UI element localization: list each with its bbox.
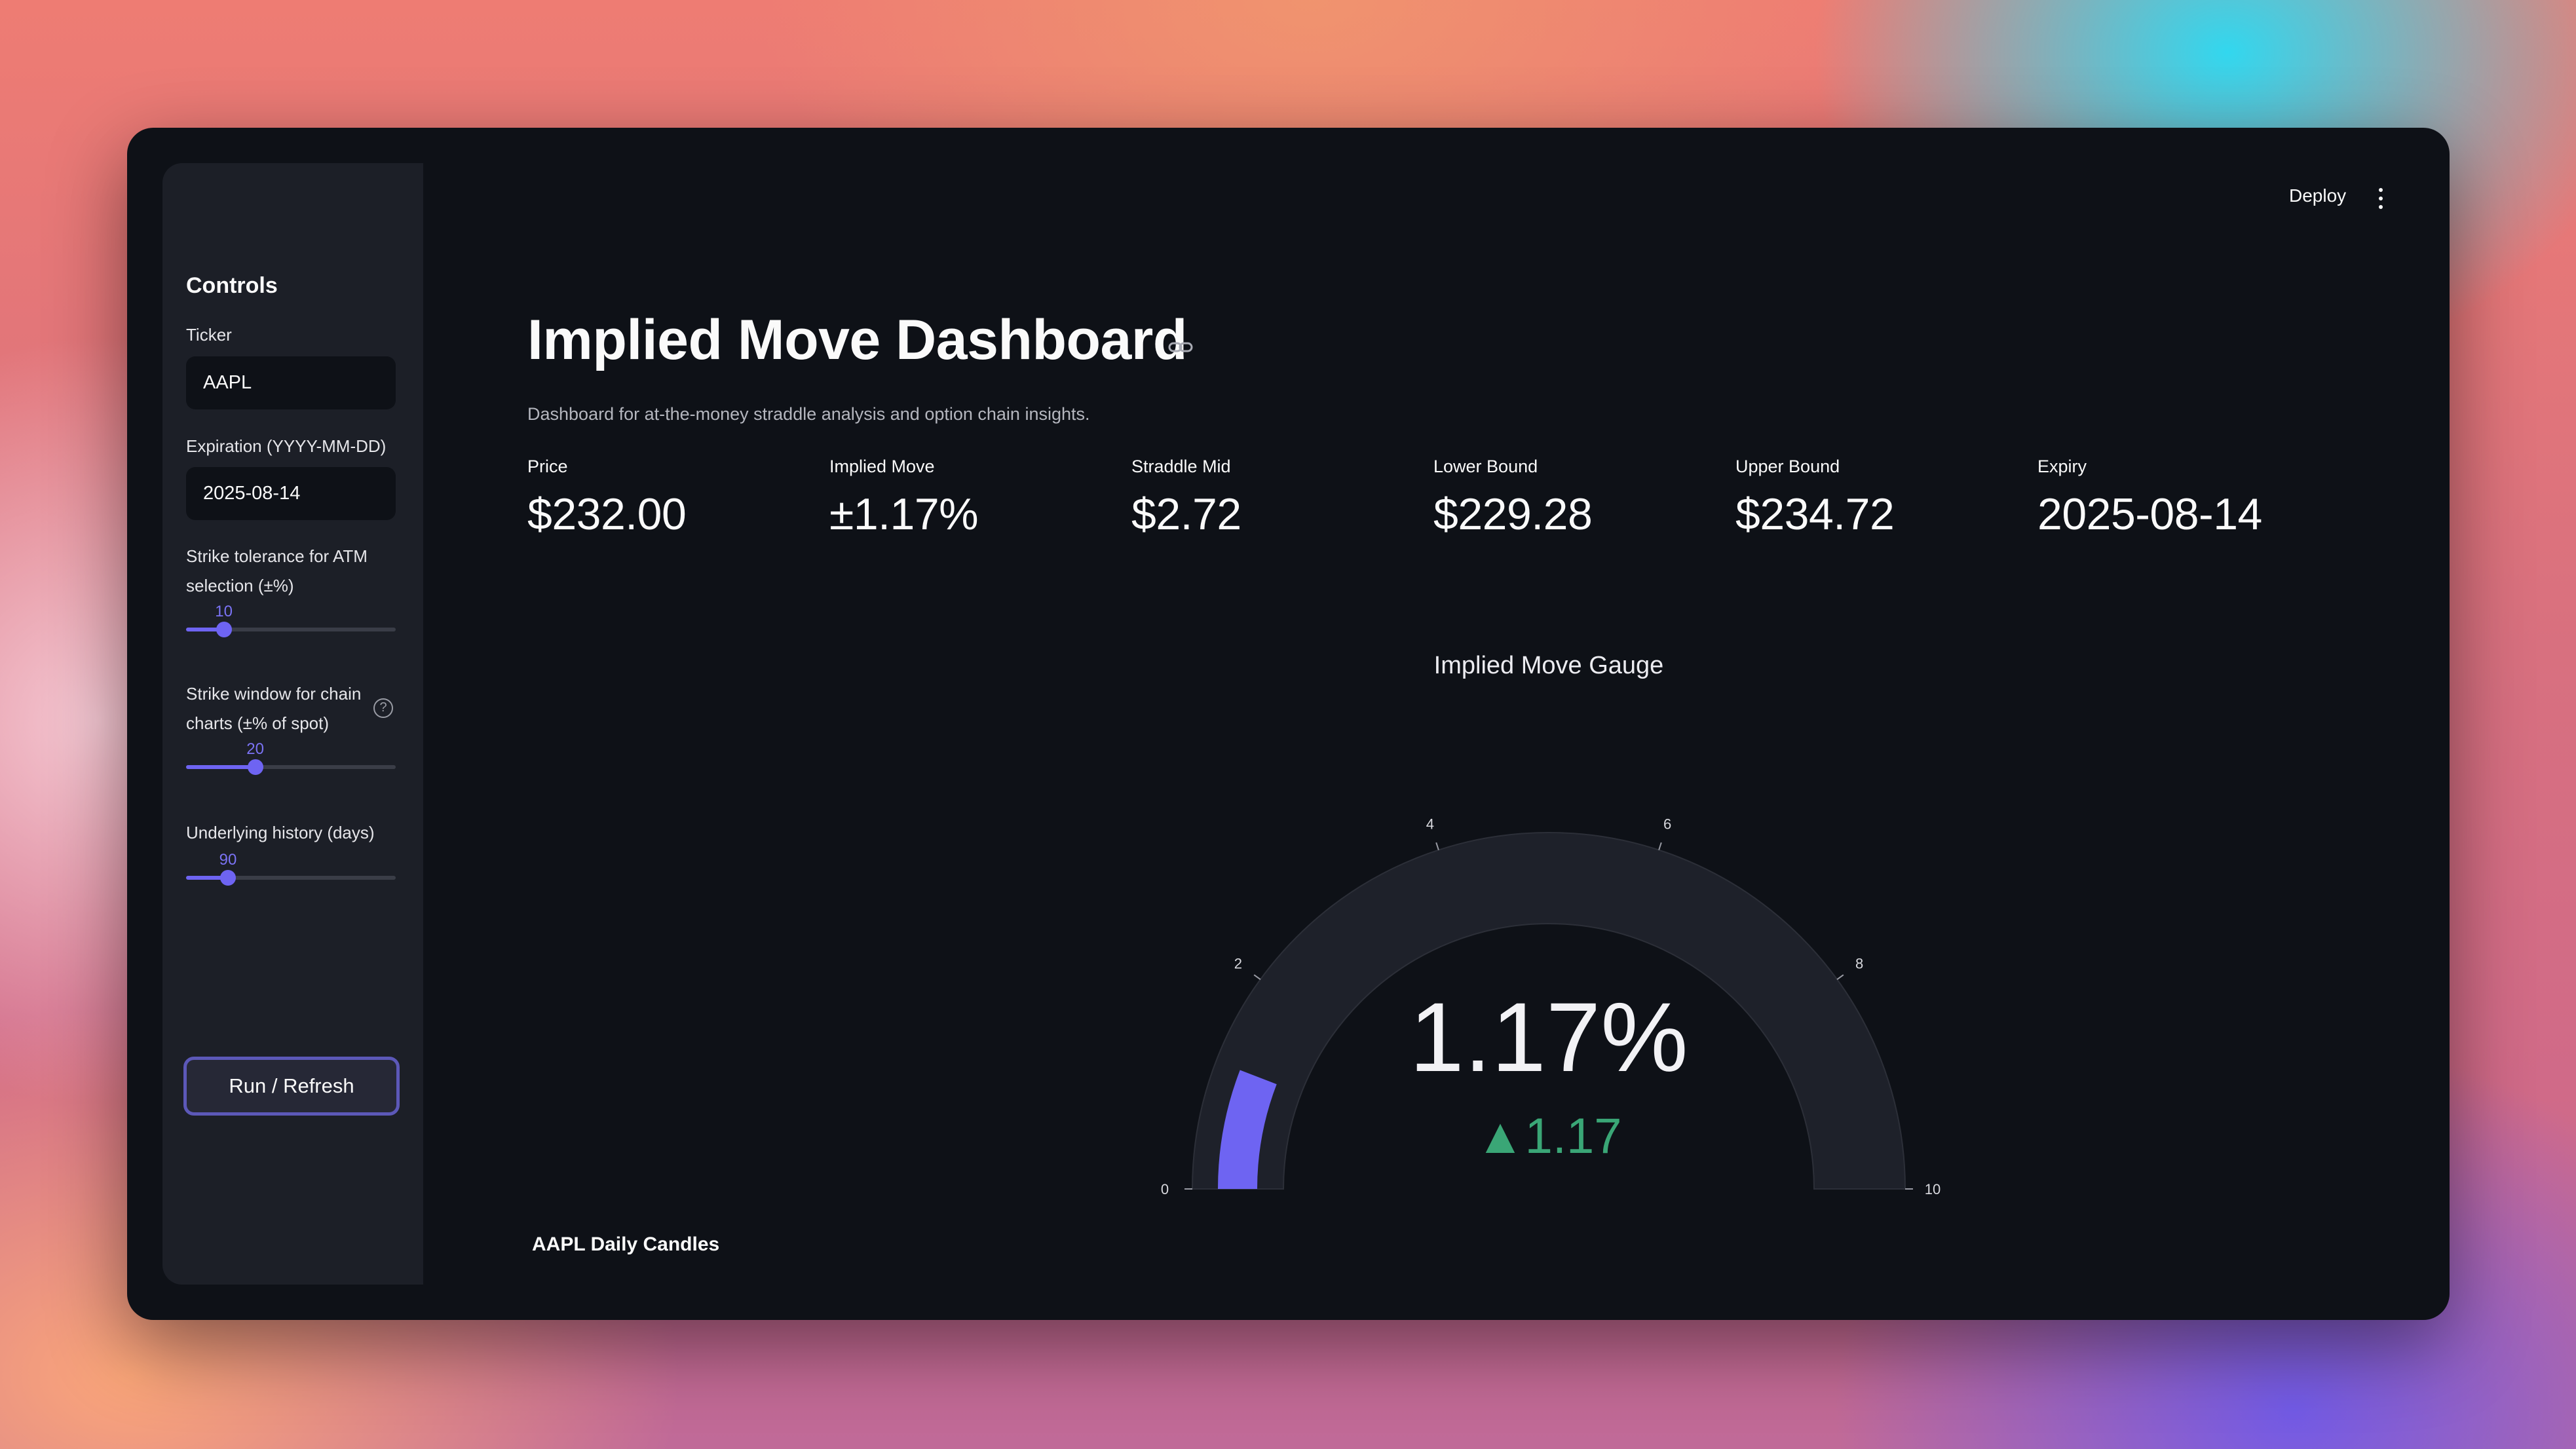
gauge-tick-mark xyxy=(1253,974,1261,981)
metric-lower-bound: Lower Bound $229.28 xyxy=(1433,457,1593,540)
metric-label: Price xyxy=(527,457,568,476)
ticker-input[interactable]: AAPL xyxy=(186,356,396,409)
metric-label: Lower Bound xyxy=(1433,457,1538,476)
app-window: Controls Ticker AAPL Expiration (YYYY-MM… xyxy=(127,128,2450,1320)
strike-tolerance-slider[interactable]: 10 xyxy=(186,603,396,642)
gauge-tick-label: 4 xyxy=(1426,816,1434,833)
sidebar: Controls Ticker AAPL Expiration (YYYY-MM… xyxy=(162,163,423,1285)
slider-thumb[interactable] xyxy=(216,622,232,637)
slider-fill xyxy=(186,765,256,769)
metric-label: Straddle Mid xyxy=(1131,457,1231,476)
page-title: Implied Move Dashboard xyxy=(527,309,1187,371)
ticker-label: Ticker xyxy=(186,325,232,345)
link-icon[interactable] xyxy=(1167,337,1194,357)
slider-value: 90 xyxy=(219,851,237,869)
gauge-tick-mark xyxy=(1836,974,1844,981)
metric-value: $2.72 xyxy=(1131,489,1241,539)
strike-window-slider[interactable]: 20 xyxy=(186,740,396,780)
strike-window-label-line2: charts (±% of spot) xyxy=(186,713,330,733)
metric-value: 2025-08-14 xyxy=(2037,489,2262,539)
slider-value: 20 xyxy=(246,740,264,758)
metric-straddle-mid: Straddle Mid $2.72 xyxy=(1131,457,1241,540)
gauge-tick-label: 2 xyxy=(1234,956,1242,972)
page-subtitle: Dashboard for at-the-money straddle anal… xyxy=(527,404,1090,424)
candles-section-title: AAPL Daily Candles xyxy=(532,1233,720,1255)
gauge-delta-text: ▲1.17 xyxy=(1475,1108,1621,1164)
history-slider[interactable]: 90 xyxy=(186,851,396,890)
metric-label: Expiry xyxy=(2037,457,2087,476)
gauge-tick-label: 8 xyxy=(1855,956,1863,972)
metric-expiry: Expiry 2025-08-14 xyxy=(2037,457,2262,540)
gauge-tick-label: 10 xyxy=(1925,1181,1941,1197)
gauge-value-text: 1.17% xyxy=(1409,982,1688,1092)
metric-price: Price $232.00 xyxy=(527,457,687,540)
metric-label: Upper Bound xyxy=(1735,457,1840,476)
strike-tolerance-label-line1: Strike tolerance for ATM xyxy=(186,546,368,566)
slider-thumb[interactable] xyxy=(247,759,263,775)
metric-value: $229.28 xyxy=(1433,489,1593,539)
metric-value: ±1.17% xyxy=(829,489,979,539)
help-icon[interactable]: ? xyxy=(373,698,393,718)
kebab-menu-icon[interactable] xyxy=(2376,187,2386,210)
history-label: Underlying history (days) xyxy=(186,823,375,842)
slider-thumb[interactable] xyxy=(220,870,236,886)
gauge-tick-mark xyxy=(1435,842,1439,850)
metric-implied-move: Implied Move ±1.17% xyxy=(829,457,979,540)
run-refresh-button[interactable]: Run / Refresh xyxy=(183,1057,400,1116)
slider-value: 10 xyxy=(215,603,233,620)
gauge-tick-label: 0 xyxy=(1161,1181,1169,1197)
metric-value: $232.00 xyxy=(527,489,687,539)
metric-value: $234.72 xyxy=(1735,489,1895,539)
implied-move-gauge: 0 2 4 6 8 10 1.17% ▲1.17 xyxy=(1161,816,1941,1197)
strike-tolerance-label-line2: selection (±%) xyxy=(186,576,294,595)
expiration-label: Expiration (YYYY-MM-DD) xyxy=(186,436,387,456)
metric-upper-bound: Upper Bound $234.72 xyxy=(1735,457,1895,540)
expiration-input[interactable]: 2025-08-14 xyxy=(186,467,396,520)
gauge-tick-mark xyxy=(1658,842,1662,850)
strike-window-label-line1: Strike window for chain xyxy=(186,684,362,704)
deploy-button[interactable]: Deploy xyxy=(2289,185,2346,206)
sidebar-title: Controls xyxy=(186,273,278,298)
metric-label: Implied Move xyxy=(829,457,935,476)
gauge-tick-label: 6 xyxy=(1663,816,1671,833)
